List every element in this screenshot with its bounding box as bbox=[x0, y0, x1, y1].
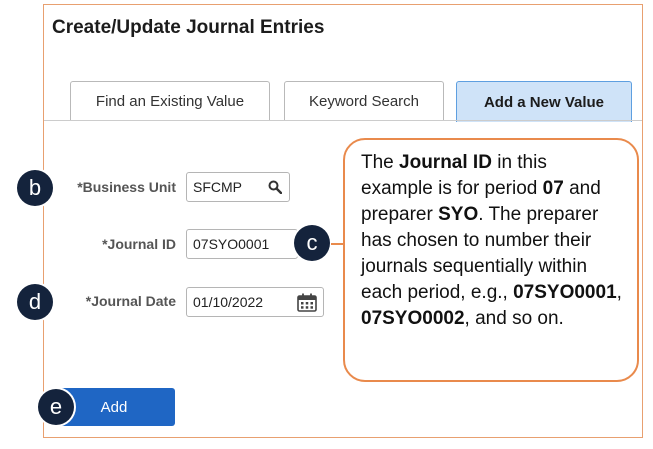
tab-keyword-search[interactable]: Keyword Search bbox=[284, 81, 444, 121]
tab-add-new-value[interactable]: Add a New Value bbox=[456, 81, 632, 122]
callout-text: , and so on. bbox=[464, 308, 564, 329]
callout-bold: SYO bbox=[438, 204, 479, 225]
journal-id-callout: The Journal ID in this example is for pe… bbox=[343, 138, 639, 382]
journal-id-input[interactable]: 07SYO0001 bbox=[186, 229, 298, 259]
journal-date-input[interactable]: 01/10/2022 bbox=[186, 287, 324, 317]
business-unit-value: SFCMP bbox=[193, 179, 242, 195]
callout-bold: 07 bbox=[542, 178, 564, 199]
business-unit-input[interactable]: SFCMP bbox=[186, 172, 290, 202]
badge-d: d bbox=[17, 284, 53, 320]
journal-id-label: *Journal ID bbox=[102, 236, 176, 252]
callout-text: , bbox=[616, 282, 622, 303]
journal-date-value: 01/10/2022 bbox=[193, 294, 264, 310]
callout-text: The bbox=[361, 152, 400, 173]
tab-divider bbox=[44, 120, 642, 121]
callout-bold: Journal ID bbox=[399, 152, 492, 173]
tab-find-existing-value[interactable]: Find an Existing Value bbox=[70, 81, 270, 121]
callout-bold: 07SYO0002 bbox=[361, 308, 465, 329]
callout-bold: 07SYO0001 bbox=[513, 282, 617, 303]
page-title: Create/Update Journal Entries bbox=[52, 17, 325, 38]
calendar-icon[interactable] bbox=[297, 293, 317, 312]
business-unit-label: *Business Unit bbox=[77, 179, 176, 195]
badge-c: c bbox=[294, 225, 330, 261]
search-icon[interactable] bbox=[268, 180, 282, 194]
badge-b: b bbox=[17, 170, 53, 206]
journal-id-value: 07SYO0001 bbox=[193, 236, 270, 252]
journal-date-label: *Journal Date bbox=[85, 293, 176, 309]
badge-e: e bbox=[38, 389, 74, 425]
